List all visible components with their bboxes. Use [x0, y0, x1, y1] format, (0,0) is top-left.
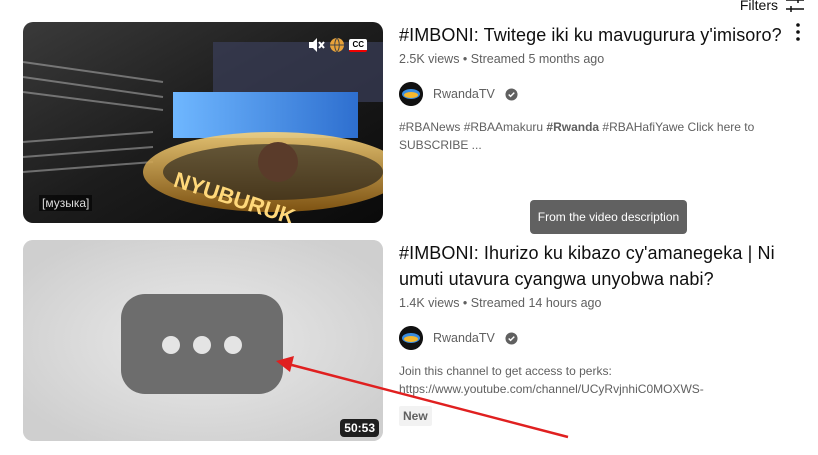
- desc-text: #RBANews #RBAAmakuru: [399, 120, 547, 134]
- video-card[interactable]: 50:53 #IMBONI: Ihurizo ku kibazo cy'aman…: [23, 240, 803, 441]
- channel-name[interactable]: RwandaTV: [433, 331, 495, 345]
- check-circle-icon: [505, 331, 518, 345]
- filters-button[interactable]: Filters: [740, 0, 806, 16]
- desc-bold: #Rwanda: [546, 120, 600, 134]
- globe-icon: [330, 37, 345, 53]
- video-title[interactable]: #IMBONI: Ihurizo ku kibazo cy'amanegeka …: [399, 240, 791, 292]
- speaker-muted-icon[interactable]: [307, 36, 326, 54]
- video-description: #RBANews #RBAAmakuru #Rwanda #RBAHafiYaw…: [399, 118, 791, 154]
- new-badge: New: [399, 406, 432, 426]
- channel-avatar[interactable]: [399, 82, 423, 106]
- channel-avatar[interactable]: [399, 326, 423, 350]
- channel-name[interactable]: RwandaTV: [433, 87, 495, 101]
- filters-label: Filters: [739, 0, 778, 13]
- video-meta: 1.4K views • Streamed 14 hours ago: [399, 296, 602, 310]
- cc-badge[interactable]: CC: [349, 38, 367, 52]
- video-title[interactable]: #IMBONI: Twitege iki ku mavugurura y'imi…: [399, 22, 791, 48]
- publish-time: Streamed 5 months ago: [470, 52, 605, 66]
- sliders-icon: [786, 0, 804, 12]
- publish-time: Streamed 14 hours ago: [470, 296, 602, 310]
- channel-row[interactable]: RwandaTV: [399, 82, 791, 106]
- check-circle-icon: [505, 87, 518, 101]
- video-thumbnail[interactable]: 50:53: [23, 240, 383, 441]
- placeholder-image: [23, 240, 383, 441]
- video-description: Join this channel to get access to perks…: [399, 364, 704, 396]
- video-duration: 50:53: [340, 419, 379, 437]
- view-count: 1.4K views: [399, 296, 460, 310]
- caption-overlay: [музыка]: [39, 195, 93, 211]
- video-thumbnail[interactable]: NYUBURUK CC [музыка]: [23, 22, 383, 223]
- description-tooltip: From the video description: [530, 200, 687, 234]
- video-card[interactable]: NYUBURUK CC [музыка] #IMBONI: Twitege ik…: [23, 22, 803, 223]
- video-meta: 2.5K views • Streamed 5 months ago: [399, 52, 605, 66]
- channel-row[interactable]: RwandaTV: [399, 326, 791, 350]
- view-count: 2.5K views: [399, 52, 460, 66]
